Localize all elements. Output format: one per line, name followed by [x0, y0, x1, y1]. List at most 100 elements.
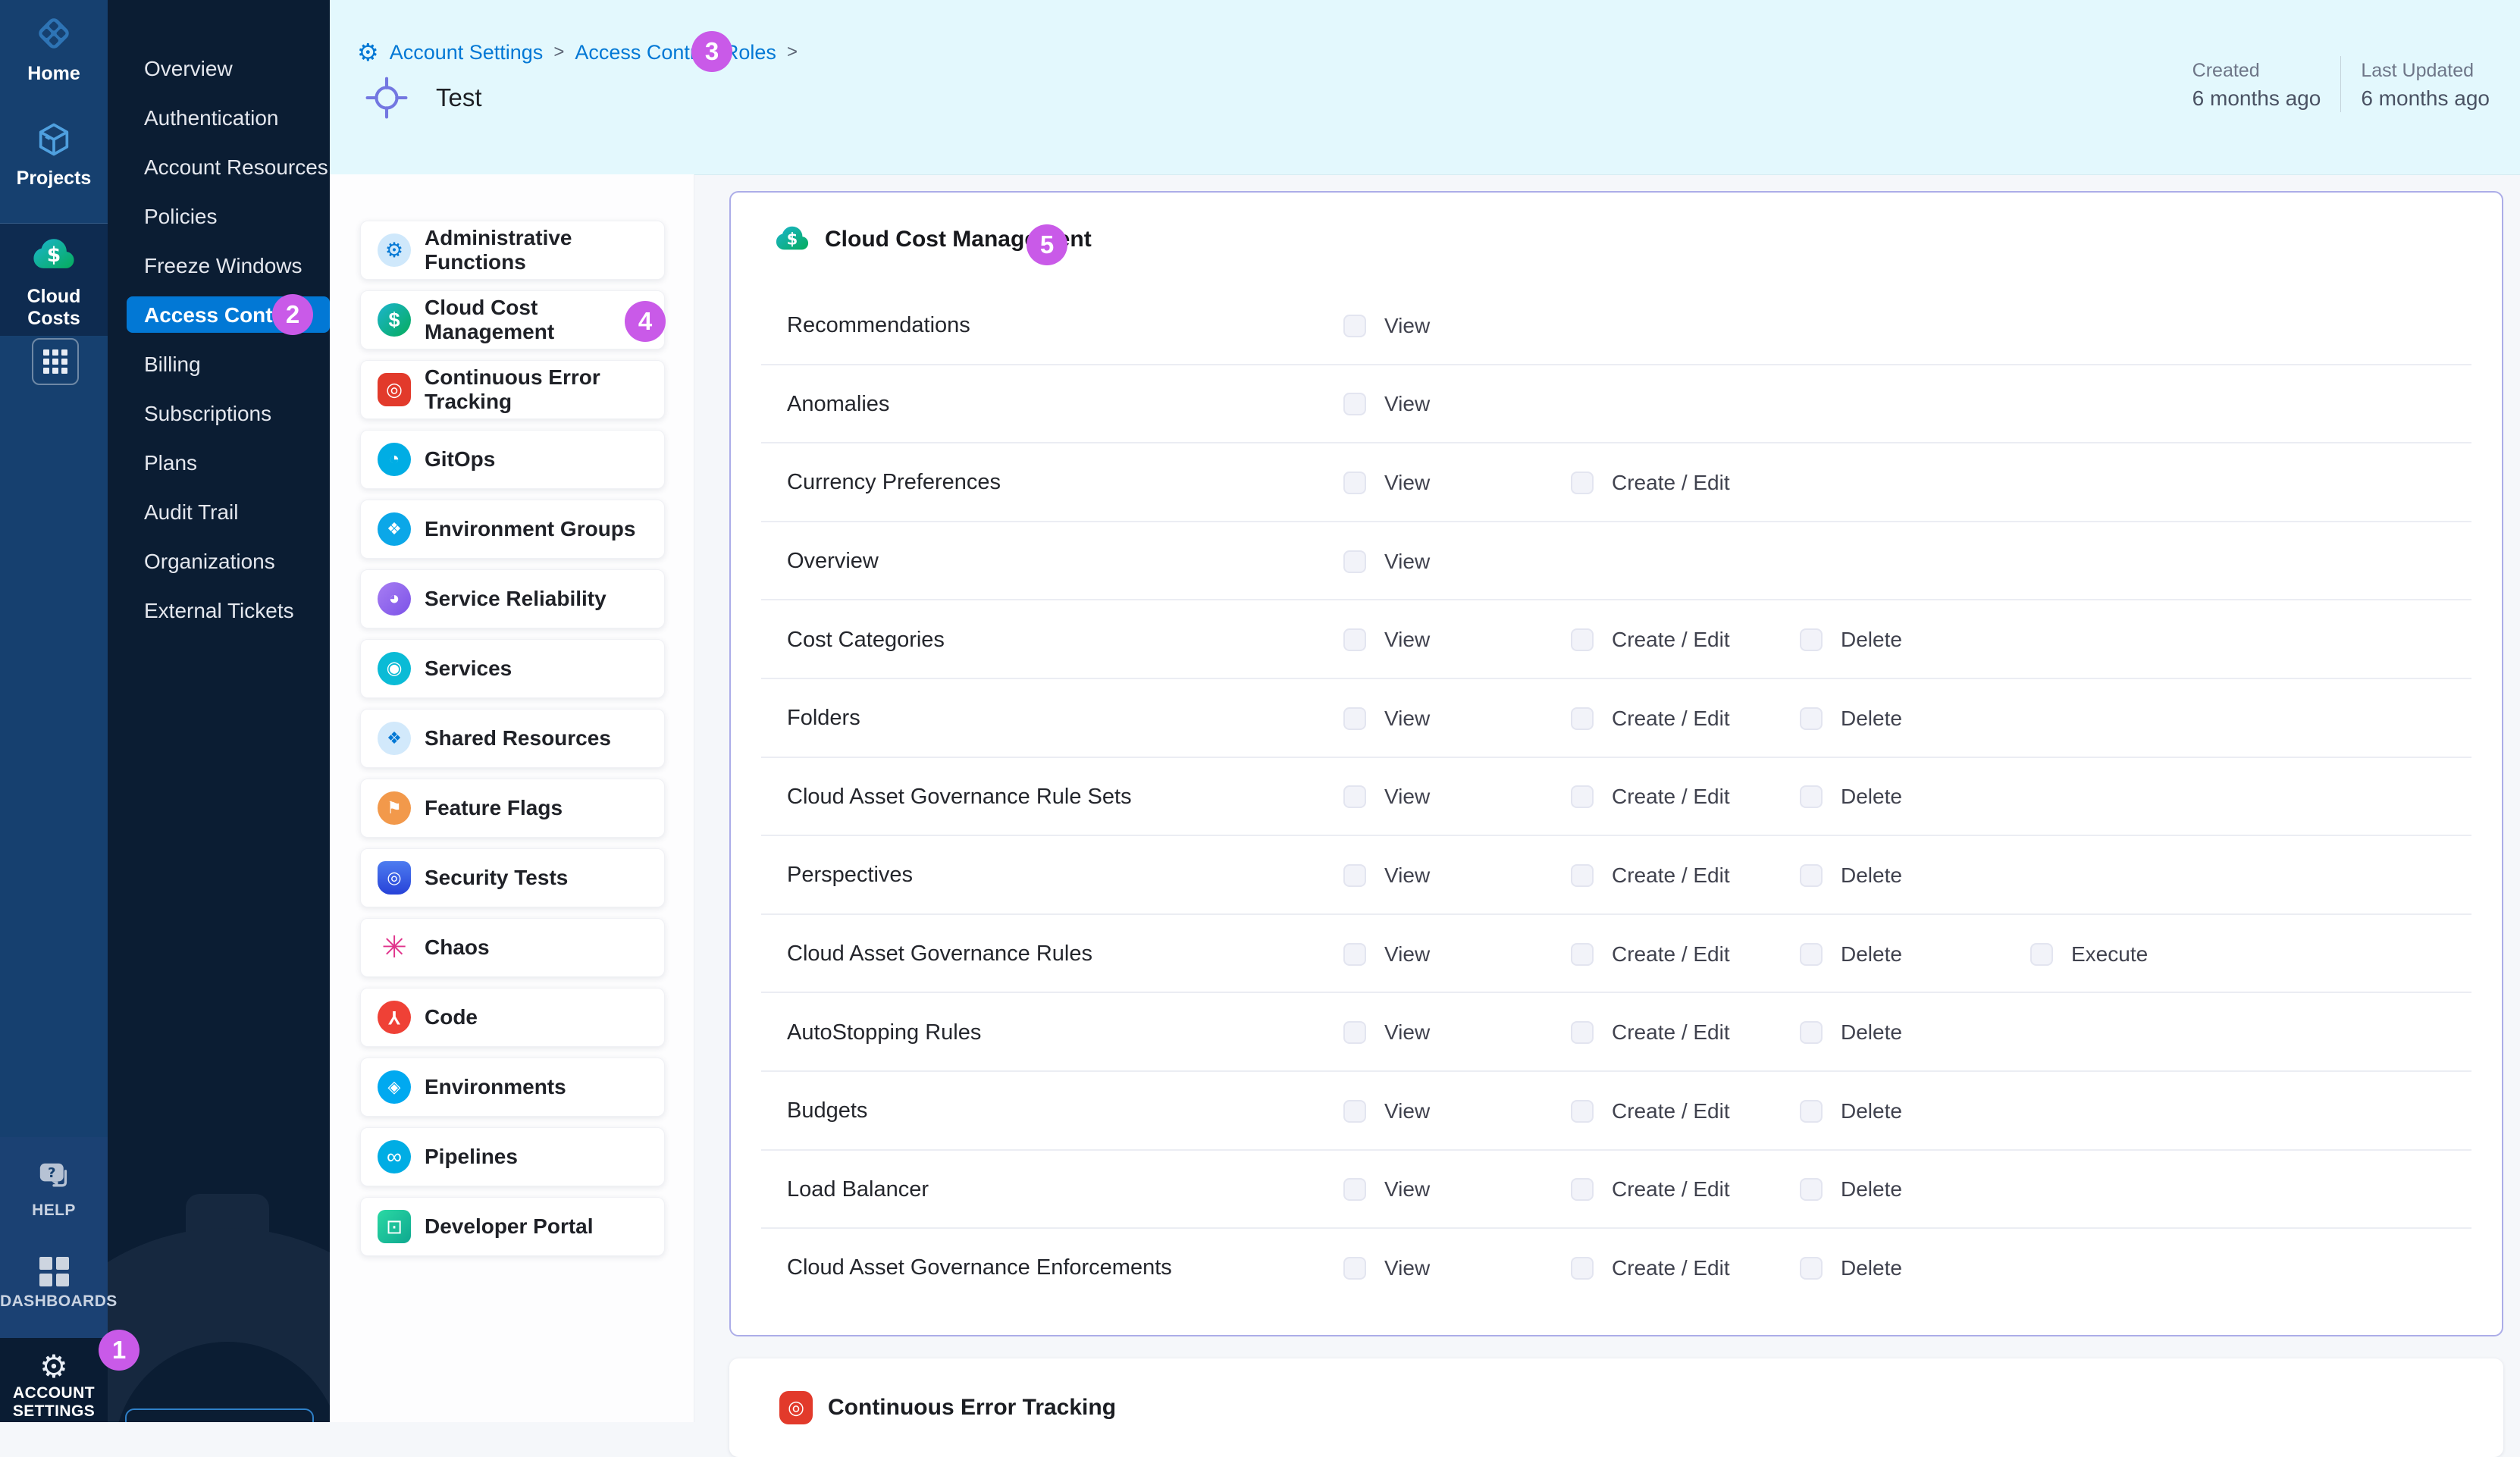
- permission-checkbox[interactable]: [1343, 943, 1366, 966]
- permission-checkbox[interactable]: [1800, 785, 1823, 808]
- permission-checkbox[interactable]: [1343, 550, 1366, 573]
- sidebar-bottom-button[interactable]: [125, 1408, 314, 1422]
- permission-checkbox[interactable]: [1343, 707, 1366, 730]
- category-card[interactable]: ◉ Services: [360, 639, 665, 698]
- permission-option: View: [1343, 392, 1571, 416]
- rail-item-projects[interactable]: Projects: [0, 120, 108, 190]
- category-card[interactable]: ◎ Security Tests: [360, 848, 665, 907]
- rail-item-label: Projects: [0, 168, 108, 190]
- permission-checkbox-label: Create / Edit: [1612, 942, 1730, 967]
- permission-checkbox[interactable]: [1800, 864, 1823, 887]
- sidebar-item[interactable]: Overview: [108, 44, 330, 93]
- permission-checkbox[interactable]: [1343, 1021, 1366, 1044]
- permission-checkbox[interactable]: [1343, 393, 1366, 415]
- permission-options: View: [1343, 550, 1571, 574]
- permission-option: Create / Edit: [1571, 471, 1800, 495]
- sidebar-item[interactable]: Subscriptions: [108, 389, 330, 438]
- category-card[interactable]: ❖ Shared Resources: [360, 709, 665, 768]
- sidebar-item-label: Account Resources: [144, 155, 328, 180]
- permission-checkbox-label: Delete: [1841, 1177, 1902, 1202]
- category-card[interactable]: ◈ Environments: [360, 1058, 665, 1117]
- breadcrumb-roles-link[interactable]: Access Control: Roles: [575, 41, 776, 64]
- permission-name: Overview: [787, 549, 1343, 574]
- continuous-error-tracking-icon: ◎: [779, 1391, 813, 1424]
- permission-checkbox[interactable]: [1343, 1100, 1366, 1123]
- category-card[interactable]: ◔ GitOps: [360, 430, 665, 489]
- category-card[interactable]: ❖ Environment Groups: [360, 500, 665, 559]
- category-card[interactable]: ✳ Chaos: [360, 918, 665, 977]
- shared-resources-icon: ❖: [378, 722, 411, 755]
- rail-item-label: ACCOUNT: [0, 1384, 108, 1402]
- permission-checkbox[interactable]: [1800, 1100, 1823, 1123]
- permission-checkbox[interactable]: [1343, 628, 1366, 651]
- permission-checkbox[interactable]: [2030, 943, 2053, 966]
- permission-checkbox[interactable]: [1800, 628, 1823, 651]
- category-card[interactable]: ◕ Service Reliability: [360, 569, 665, 628]
- permission-checkbox[interactable]: [1800, 1257, 1823, 1280]
- apps-grid-icon: [43, 349, 67, 374]
- dashboards-grid-icon: [39, 1257, 69, 1286]
- permission-name: Anomalies: [787, 392, 1343, 417]
- permission-checkbox[interactable]: [1571, 1100, 1594, 1123]
- category-card[interactable]: ∞ Pipelines: [360, 1127, 665, 1186]
- permission-options: View Create / Edit Delete: [1343, 785, 2030, 809]
- permission-checkbox[interactable]: [1343, 315, 1366, 337]
- sidebar-item[interactable]: Account Resources: [108, 143, 330, 192]
- sidebar-item[interactable]: Policies: [108, 192, 330, 241]
- permission-rows: Recommendations View Anomalies: [731, 287, 2502, 1308]
- permission-checkbox[interactable]: [1800, 1021, 1823, 1044]
- module-rail: Home Projects $ Cloud Costs: [0, 0, 108, 1422]
- permission-checkbox[interactable]: [1800, 1178, 1823, 1201]
- rail-item-account-settings[interactable]: ⚙ ACCOUNT SETTINGS: [0, 1351, 108, 1421]
- permission-checkbox[interactable]: [1343, 1257, 1366, 1280]
- permission-checkbox[interactable]: [1343, 1178, 1366, 1201]
- permission-checkbox[interactable]: [1571, 1021, 1594, 1044]
- permission-checkbox[interactable]: [1571, 1178, 1594, 1201]
- permission-checkbox[interactable]: [1571, 1257, 1594, 1280]
- sidebar-item[interactable]: Plans: [108, 438, 330, 487]
- sidebar-item[interactable]: Audit Trail: [108, 487, 330, 537]
- permission-checkbox[interactable]: [1571, 785, 1594, 808]
- permission-option: View: [1343, 785, 1571, 809]
- sidebar-item[interactable]: External Tickets: [108, 586, 330, 635]
- sidebar-item[interactable]: Billing: [108, 340, 330, 389]
- permission-checkbox[interactable]: [1571, 472, 1594, 494]
- role-crosshair-icon: [365, 76, 409, 120]
- permission-option: Delete: [1800, 863, 2030, 888]
- permission-checkbox[interactable]: [1571, 628, 1594, 651]
- sidebar-item[interactable]: Freeze Windows: [108, 241, 330, 290]
- section-header: $ Cloud Cost Management: [731, 193, 2502, 287]
- permission-name: Cloud Asset Governance Rules: [787, 942, 1343, 967]
- annotation-badge-3: 3: [691, 31, 732, 72]
- permission-checkbox[interactable]: [1800, 943, 1823, 966]
- permission-checkbox[interactable]: [1571, 707, 1594, 730]
- permission-option: Execute: [2030, 942, 2273, 967]
- category-card[interactable]: ◎ Continuous Error Tracking: [360, 360, 665, 419]
- rail-item-home[interactable]: Home: [0, 12, 108, 85]
- permission-checkbox[interactable]: [1571, 864, 1594, 887]
- category-card[interactable]: ⚙ Administrative Functions: [360, 221, 665, 280]
- permission-checkbox[interactable]: [1343, 472, 1366, 494]
- category-card[interactable]: ⚑ Feature Flags: [360, 779, 665, 838]
- sidebar-item[interactable]: Authentication: [108, 93, 330, 143]
- permission-row: Recommendations View: [731, 287, 2502, 365]
- sidebar-item[interactable]: Organizations: [108, 537, 330, 586]
- rail-item-cloud-costs[interactable]: $ Cloud Costs: [0, 233, 108, 330]
- permission-option: View: [1343, 628, 1571, 652]
- role-title-row: Test: [365, 76, 482, 120]
- permission-row: Anomalies View: [731, 365, 2502, 444]
- breadcrumb-account-settings-link[interactable]: Account Settings: [390, 41, 544, 64]
- permission-row: Folders View Create / Edit: [731, 679, 2502, 758]
- category-card[interactable]: $ Cloud Cost Management: [360, 290, 665, 349]
- permission-checkbox[interactable]: [1571, 943, 1594, 966]
- permission-options: View Create / Edit Delete: [1343, 942, 2273, 967]
- rail-item-help[interactable]: ? HELP: [0, 1161, 108, 1220]
- permission-checkbox[interactable]: [1343, 785, 1366, 808]
- rail-item-dashboards[interactable]: DASHBOARDS: [0, 1257, 108, 1311]
- module-chooser-button[interactable]: [32, 338, 79, 385]
- category-card[interactable]: ⊡ Developer Portal: [360, 1197, 665, 1256]
- permission-checkbox[interactable]: [1800, 707, 1823, 730]
- permission-option: Create / Edit: [1571, 1020, 1800, 1045]
- category-card[interactable]: Y Code: [360, 988, 665, 1047]
- permission-checkbox[interactable]: [1343, 864, 1366, 887]
